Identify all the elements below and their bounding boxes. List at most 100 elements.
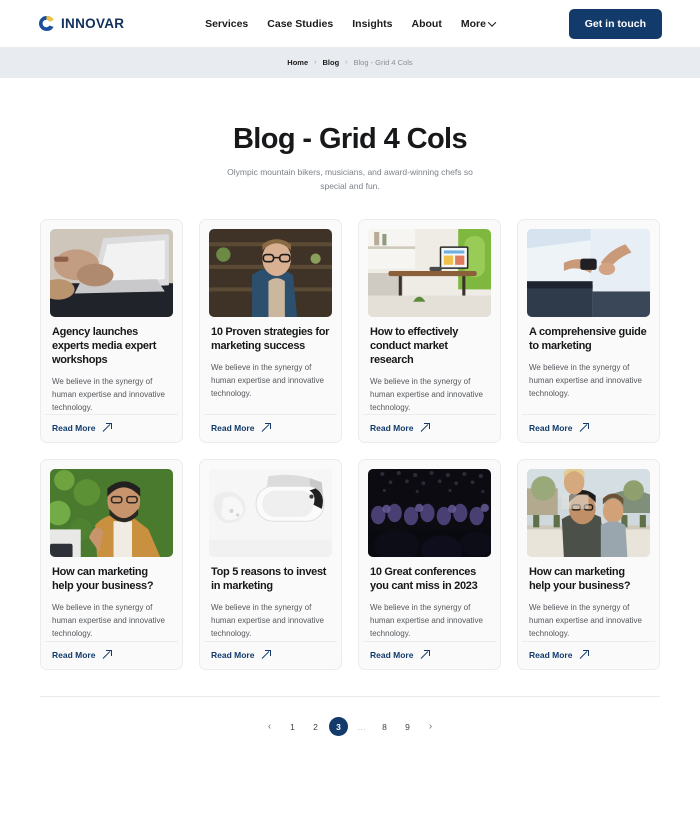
read-more-link[interactable]: Read More — [211, 423, 254, 433]
blog-card[interactable]: 10 Great conferences you cant miss in 20… — [358, 459, 501, 671]
brand-name: INNOVAR — [61, 16, 125, 31]
blog-card-image — [50, 228, 173, 317]
blog-card-description: We believe in the synergy of human exper… — [370, 376, 483, 412]
blog-card-title: How to effectively conduct market resear… — [370, 325, 459, 366]
blog-card[interactable]: How can marketing help your business? We… — [517, 459, 660, 671]
blog-card-footer: Read More — [522, 641, 655, 669]
get-in-touch-button[interactable]: Get in touch — [568, 8, 662, 39]
read-more-link[interactable]: Read More — [211, 650, 254, 660]
breadcrumb: Home › Blog › Blog - Grid 4 Cols — [0, 47, 700, 78]
arrow-up-right-icon — [262, 650, 272, 659]
blog-card-body: How can marketing help your business? We… — [45, 557, 178, 669]
arrow-up-right-icon — [421, 423, 431, 432]
chevron-down-icon — [487, 17, 497, 27]
blog-card-image — [527, 469, 650, 558]
blog-grid-page: INNOVAR Services Case Studies Insights A… — [0, 0, 700, 817]
blog-card-title: 10 Proven strategies for marketing succe… — [211, 325, 330, 352]
blog-card-image — [50, 469, 173, 558]
arrow-up-right-icon — [103, 423, 113, 432]
blog-card-body: How to effectively conduct market resear… — [363, 317, 496, 443]
arrow-up-right-icon — [580, 650, 590, 659]
breadcrumb-item-home[interactable]: Home — [287, 58, 308, 67]
blog-card[interactable]: How to effectively conduct market resear… — [358, 218, 501, 444]
blog-card[interactable]: Agency launches experts media expert wor… — [40, 218, 183, 444]
blog-card-footer: Read More — [204, 641, 337, 669]
arrow-up-right-icon — [103, 650, 113, 659]
blog-card-body: How can marketing help your business? We… — [522, 557, 655, 669]
blog-card-title: How can marketing help your business? — [529, 566, 631, 593]
blog-card-footer: Read More — [45, 641, 178, 669]
pagination-section: ‹ 1 2 3 … 8 9 › — [40, 696, 660, 737]
blog-card-description: We believe in the synergy of human exper… — [529, 603, 642, 639]
read-more-link[interactable]: Read More — [529, 423, 572, 433]
blog-card-image — [209, 228, 332, 317]
blog-card-description: We believe in the synergy of human exper… — [52, 603, 165, 639]
pagination-page-1[interactable]: 1 — [283, 717, 302, 736]
arrow-up-right-icon — [421, 650, 431, 659]
blog-card[interactable]: 10 Proven strategies for marketing succe… — [199, 218, 342, 444]
pagination-page-3[interactable]: 3 — [329, 717, 348, 737]
pagination-page-9[interactable]: 9 — [398, 717, 417, 736]
read-more-link[interactable]: Read More — [52, 650, 95, 660]
breadcrumb-separator-icon: › — [345, 59, 348, 66]
read-more-link[interactable]: Read More — [370, 423, 413, 433]
blog-card-body: A comprehensive guide to marketing We be… — [522, 317, 655, 443]
blog-card-description: We believe in the synergy of human exper… — [211, 362, 324, 398]
blog-card-title: Agency launches experts media expert wor… — [52, 325, 157, 366]
breadcrumb-item-blog[interactable]: Blog — [322, 58, 339, 67]
blog-card-footer: Read More — [204, 414, 337, 442]
blog-card-title: 10 Great conferences you cant miss in 20… — [370, 566, 478, 593]
arrow-up-right-icon — [262, 423, 272, 432]
blog-card-body: Top 5 reasons to invest in marketing We … — [204, 557, 337, 669]
blog-card-body: Agency launches experts media expert wor… — [45, 317, 178, 443]
blog-card-footer: Read More — [522, 414, 655, 442]
pagination-ellipsis: … — [357, 721, 366, 732]
blog-card[interactable]: A comprehensive guide to marketing We be… — [517, 218, 660, 444]
page-title: Blog - Grid 4 Cols — [232, 123, 468, 155]
page-hero: Blog - Grid 4 Cols Olympic mountain bike… — [0, 78, 700, 219]
arrow-up-right-icon — [580, 423, 590, 432]
site-header: INNOVAR Services Case Studies Insights A… — [0, 0, 700, 47]
blog-card-image — [527, 228, 650, 317]
nav-item-about[interactable]: About — [412, 18, 442, 30]
blog-post-grid: Agency launches experts media expert wor… — [0, 218, 700, 671]
blog-card-image — [368, 228, 491, 317]
innovar-swirl-logo-icon — [38, 15, 55, 32]
pagination-page-2[interactable]: 2 — [306, 717, 325, 736]
blog-card-description: We believe in the synergy of human exper… — [52, 376, 165, 412]
read-more-link[interactable]: Read More — [370, 650, 413, 660]
nav-item-insights[interactable]: Insights — [352, 18, 392, 30]
breadcrumb-separator-icon: › — [314, 59, 317, 66]
nav-item-label: More — [460, 17, 486, 30]
blog-card-body: 10 Proven strategies for marketing succe… — [204, 317, 337, 443]
pagination-next-button[interactable]: › — [421, 717, 440, 736]
blog-card-description: We believe in the synergy of human exper… — [211, 603, 324, 639]
blog-card[interactable]: How can marketing help your business? We… — [40, 459, 183, 671]
read-more-link[interactable]: Read More — [529, 650, 572, 660]
page-subtitle: Olympic mountain bikers, musicians, and … — [227, 167, 473, 191]
nav-item-label: About — [411, 17, 442, 30]
blog-card-footer: Read More — [363, 414, 496, 442]
read-more-link[interactable]: Read More — [52, 423, 95, 433]
pagination-prev-button[interactable]: ‹ — [260, 717, 279, 736]
breadcrumb-item-current: Blog - Grid 4 Cols — [353, 58, 413, 67]
main-nav: Services Case Studies Insights About Mor… — [205, 17, 497, 30]
blog-card-body: 10 Great conferences you cant miss in 20… — [363, 557, 496, 669]
blog-card-footer: Read More — [363, 641, 496, 669]
blog-card-title: A comprehensive guide to marketing — [529, 325, 647, 352]
blog-card-image — [209, 469, 332, 558]
blog-card-description: We believe in the synergy of human exper… — [529, 362, 642, 398]
pagination-page-8[interactable]: 8 — [375, 717, 394, 736]
nav-item-label: Insights — [352, 17, 393, 30]
pagination: ‹ 1 2 3 … 8 9 › — [260, 717, 440, 737]
nav-item-case-studies[interactable]: Case Studies — [267, 18, 333, 30]
blog-card-title: Top 5 reasons to invest in marketing — [211, 566, 327, 593]
nav-item-label: Case Studies — [267, 17, 334, 30]
blog-card-image — [368, 469, 491, 558]
blog-card-title: How can marketing help your business? — [52, 566, 154, 593]
blog-card[interactable]: Top 5 reasons to invest in marketing We … — [199, 459, 342, 671]
nav-item-more[interactable]: More — [460, 17, 497, 30]
nav-item-label: Services — [205, 17, 249, 30]
brand-logo[interactable]: INNOVAR — [38, 15, 124, 32]
nav-item-services[interactable]: Services — [205, 18, 248, 30]
